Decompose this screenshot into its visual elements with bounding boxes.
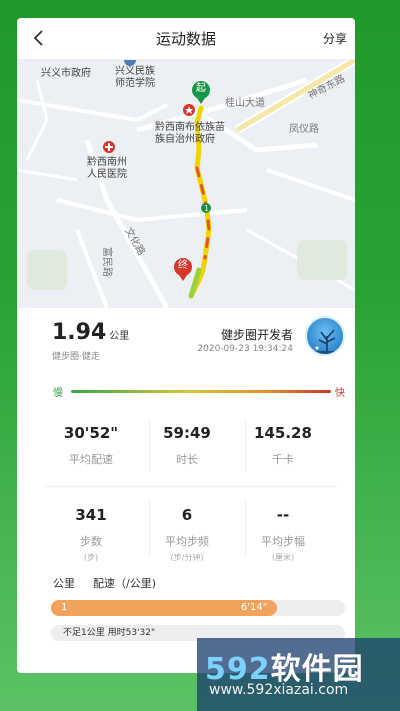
divider [245, 420, 246, 472]
speed-fast-label: 快 [335, 388, 345, 399]
route-map[interactable]: 兴义市政府 兴义民族 师范学院 黔西南布依族苗 族自治州政府 黔西南州 人民医院… [17, 60, 355, 308]
distance-unit: 公里 [109, 331, 130, 342]
km-1-marker-label: 1 [204, 204, 210, 213]
map-label-prefecture-gov: 黔西南布依族苗 族自治州政府 [155, 122, 225, 145]
divider [45, 486, 337, 487]
pace-row: 1 6'14" [51, 600, 345, 616]
map-label-hospital: 黔西南州 人民医院 [87, 157, 127, 180]
summary: 1.94 公里 健步圈·健走 健步圈开发者 2020-09-23 19:34:24 [17, 308, 355, 378]
pace-col-pace: 配速（/公里) [93, 577, 156, 590]
stat-stride: -- 平均步幅 (厘米) [227, 506, 339, 563]
nav-bar: 运动数据 分享 [17, 18, 355, 60]
map-label-college: 兴义民族 师范学院 [115, 66, 155, 89]
pace-row-value: 6'14" [240, 602, 268, 613]
divider [149, 420, 150, 472]
record-timestamp: 2020-09-23 19:34:24 [197, 344, 293, 354]
stat-label: 平均步幅 [261, 535, 305, 548]
end-marker-label: 终 [178, 260, 188, 271]
start-marker-label: 起 [196, 83, 206, 94]
map-label-city-gov: 兴义市政府 [41, 68, 91, 79]
pace-col-km: 公里 [53, 577, 75, 590]
map-label-fengyi-road: 凤仪路 [289, 124, 319, 135]
pace-section: 公里 配速（/公里) [17, 570, 355, 596]
map-label-guishan-road: 桂山大道 [225, 98, 265, 109]
speed-slow-label: 慢 [53, 388, 63, 399]
stat-unit: (厘米) [271, 553, 295, 562]
pace-fill-bar: 1 6'14" [51, 600, 278, 616]
back-arrow-icon[interactable] [27, 26, 51, 50]
sport-data-card: 运动数据 分享 兴义市政府 兴义民族 师范学院 黔西南布依族苗 族自治州政府 黔… [17, 18, 355, 673]
stat-calories: 145.28 千卡 [227, 424, 339, 467]
map-label-fumin-road: 富民路 [101, 247, 112, 277]
watermark-url: www.592xiazai.com [209, 682, 349, 698]
site-watermark: 592软件园 www.592xiazai.com [197, 638, 400, 711]
avatar[interactable] [305, 316, 345, 356]
speed-gradient-bar [71, 390, 331, 393]
stat-value: -- [276, 506, 290, 524]
distance-value: 1.94 [52, 320, 107, 345]
share-button[interactable]: 分享 [323, 30, 347, 47]
poi-hospital-icon [103, 141, 115, 153]
stat-label: 千卡 [272, 453, 294, 466]
pace-row-km: 1 [61, 602, 68, 613]
poi-gov-icon [183, 104, 195, 116]
speed-legend: 慢 快 [17, 378, 355, 406]
pace-header: 公里 配速（/公里) [25, 570, 355, 596]
stats-grid: 30'52" 平均配速 59:49 时长 145.28 千卡 341 步数 (步… [17, 406, 355, 570]
stat-value: 145.28 [254, 424, 312, 442]
page-title: 运动数据 [155, 30, 216, 48]
user-name: 健步圈开发者 [220, 328, 293, 342]
